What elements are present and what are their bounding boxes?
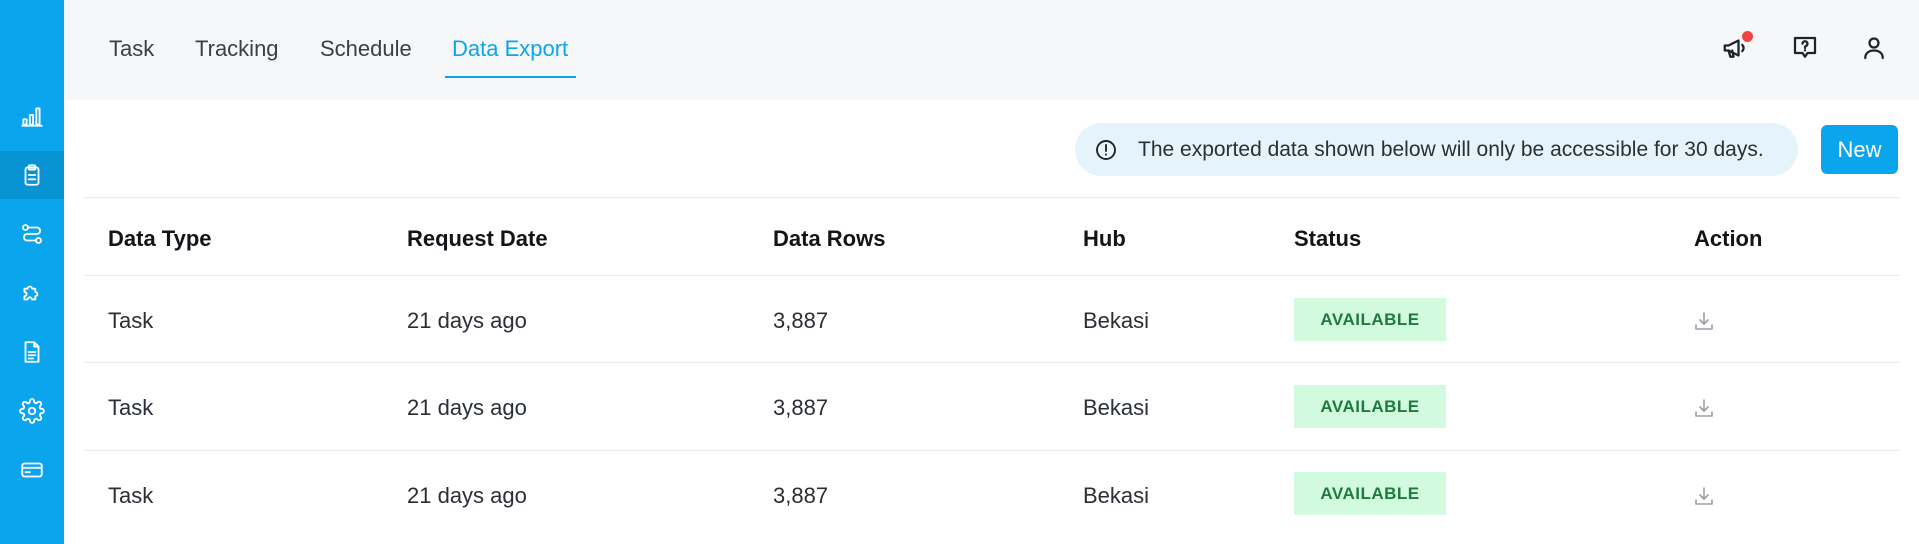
sidebar-item-billing[interactable] bbox=[0, 446, 64, 494]
status-badge: AVAILABLE bbox=[1294, 298, 1446, 341]
route-icon bbox=[22, 224, 42, 244]
download-button[interactable] bbox=[1691, 395, 1717, 421]
announcements-button[interactable] bbox=[1718, 30, 1754, 66]
gear-icon bbox=[19, 398, 45, 424]
info-circle-icon bbox=[1093, 137, 1119, 163]
sidebar-item-integrations[interactable] bbox=[0, 269, 64, 317]
tab-schedule[interactable]: Schedule bbox=[320, 36, 412, 62]
row-divider bbox=[85, 450, 1899, 451]
tab-tracking[interactable]: Tracking bbox=[195, 36, 279, 62]
bar-chart-icon bbox=[21, 107, 43, 127]
document-icon bbox=[24, 341, 40, 363]
sidebar-item-reports[interactable] bbox=[0, 328, 64, 376]
cell-request-date: 21 days ago bbox=[407, 483, 527, 508]
cell-data-rows: 3,887 bbox=[773, 395, 829, 420]
tab-data-export[interactable]: Data Export bbox=[452, 36, 568, 62]
download-icon bbox=[1695, 312, 1713, 330]
status-badge: AVAILABLE bbox=[1294, 472, 1446, 515]
top-bar: Task Tracking Schedule Data Export bbox=[64, 0, 1919, 100]
column-header-hub: Hub bbox=[1083, 226, 1126, 251]
user-icon bbox=[1864, 37, 1884, 60]
sidebar-item-routes[interactable] bbox=[0, 210, 64, 258]
sidebar bbox=[0, 0, 64, 544]
info-banner: The exported data shown below will only … bbox=[1075, 123, 1798, 176]
tab-task[interactable]: Task bbox=[109, 36, 154, 62]
banner-text: The exported data shown below will only … bbox=[1138, 137, 1764, 161]
sidebar-item-settings[interactable] bbox=[0, 387, 64, 435]
column-header-status: Status bbox=[1294, 226, 1362, 251]
notification-dot bbox=[1742, 31, 1753, 42]
cell-data-type: Task bbox=[108, 395, 154, 420]
clipboard-icon bbox=[24, 164, 40, 186]
status-badge: AVAILABLE bbox=[1294, 385, 1446, 428]
cell-data-type: Task bbox=[108, 308, 154, 333]
account-button[interactable] bbox=[1856, 30, 1892, 66]
cell-data-rows: 3,887 bbox=[773, 483, 829, 508]
help-chat-icon bbox=[1793, 36, 1817, 58]
puzzle-icon bbox=[23, 285, 39, 301]
download-button[interactable] bbox=[1691, 483, 1717, 509]
sidebar-item-tasks[interactable] bbox=[0, 151, 64, 199]
download-icon bbox=[1695, 399, 1713, 417]
download-icon bbox=[1695, 487, 1713, 505]
credit-card-icon bbox=[21, 462, 43, 478]
header-divider bbox=[85, 275, 1899, 276]
cell-hub: Bekasi bbox=[1083, 483, 1150, 508]
cell-hub: Bekasi bbox=[1083, 395, 1150, 420]
column-header-action: Action bbox=[1694, 226, 1763, 251]
row-divider bbox=[85, 362, 1899, 363]
table-top-divider bbox=[85, 197, 1899, 198]
download-button[interactable] bbox=[1691, 308, 1717, 334]
cell-request-date: 21 days ago bbox=[407, 308, 527, 333]
sidebar-item-analytics[interactable] bbox=[0, 92, 64, 140]
active-tab-indicator bbox=[445, 76, 576, 78]
column-header-data-rows: Data Rows bbox=[773, 226, 886, 251]
help-button[interactable] bbox=[1787, 30, 1823, 66]
cell-request-date: 21 days ago bbox=[407, 395, 527, 420]
new-export-button[interactable]: New bbox=[1821, 125, 1898, 174]
cell-data-type: Task bbox=[108, 483, 154, 508]
column-header-data-type: Data Type bbox=[108, 226, 212, 251]
cell-data-rows: 3,887 bbox=[773, 308, 829, 333]
column-header-request-date: Request Date bbox=[407, 226, 548, 251]
cell-hub: Bekasi bbox=[1083, 308, 1150, 333]
